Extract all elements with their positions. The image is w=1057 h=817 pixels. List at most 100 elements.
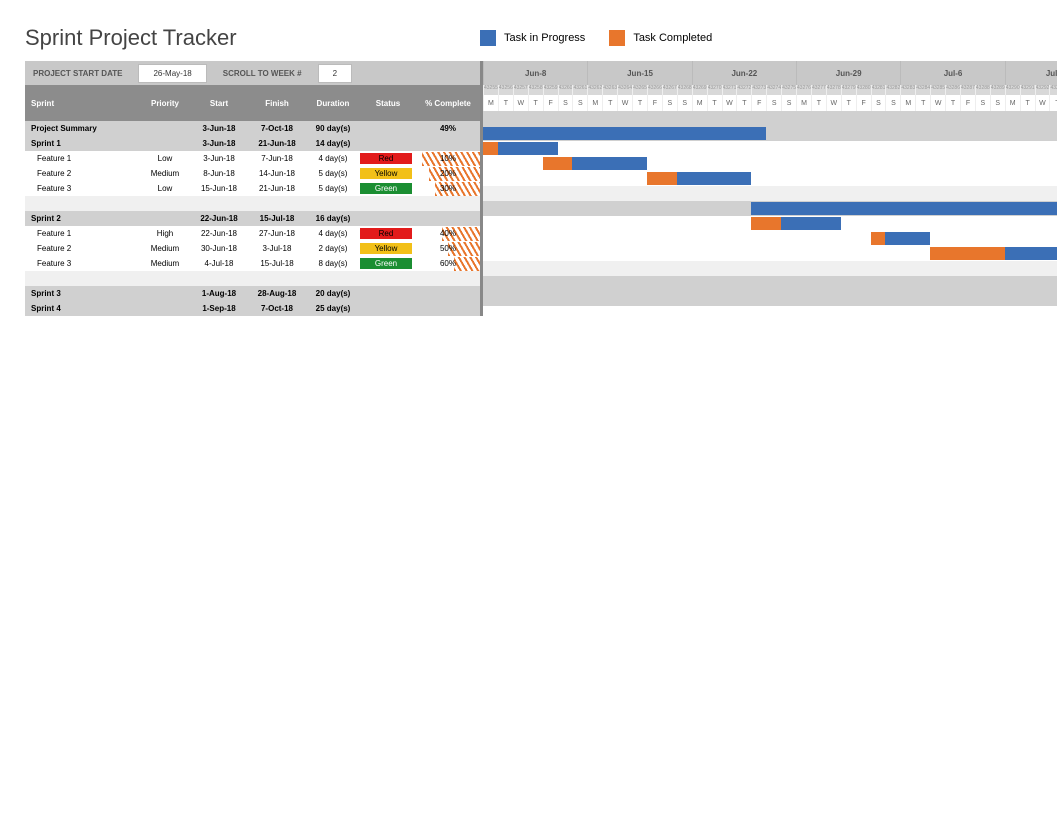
- pct-text: 20%: [440, 169, 456, 178]
- start-date-input[interactable]: 26-May-18: [138, 64, 206, 83]
- cell-status: Yellow: [360, 168, 416, 179]
- gantt-bar[interactable]: [871, 232, 886, 245]
- cell-pct: [416, 212, 480, 226]
- timeline-day: M: [1005, 95, 1020, 111]
- status-pill: Red: [360, 153, 412, 164]
- gantt-row: [483, 216, 1057, 231]
- timeline-day: W: [826, 95, 841, 111]
- timeline-day: W: [1035, 95, 1050, 111]
- timeline-day: T: [736, 95, 751, 111]
- cell: 27-Jun-18: [248, 229, 306, 238]
- table-row[interactable]: Sprint 222-Jun-1815-Jul-1816 day(s): [25, 211, 480, 226]
- cell: Project Summary: [25, 124, 140, 133]
- cell: Feature 3: [25, 184, 140, 193]
- cell: Feature 2: [25, 244, 140, 253]
- timeline-serial: 43269: [692, 85, 707, 95]
- cell-pct: 10%: [416, 152, 480, 166]
- gantt-bar[interactable]: [572, 157, 647, 170]
- cell: 4 day(s): [306, 229, 360, 238]
- timeline-day: M: [796, 95, 811, 111]
- cell: 5 day(s): [306, 169, 360, 178]
- table-row[interactable]: [25, 196, 480, 211]
- col-status: Status: [360, 97, 416, 110]
- legend-label: Task in Progress: [504, 32, 585, 44]
- timeline-day: T: [841, 95, 856, 111]
- timeline-day: S: [677, 95, 692, 111]
- gantt-bar[interactable]: [1005, 247, 1057, 260]
- timeline-week: Jun-15: [587, 61, 691, 85]
- cell: 14 day(s): [306, 139, 360, 148]
- cell: 4-Jul-18: [190, 259, 248, 268]
- timeline-day: T: [915, 95, 930, 111]
- legend-completed: Task Completed: [609, 30, 712, 46]
- gantt-bar[interactable]: [498, 142, 558, 155]
- cell-pct: 49%: [416, 122, 480, 136]
- timeline-day: T: [498, 95, 513, 111]
- gantt-bar[interactable]: [483, 127, 766, 140]
- gantt-bar[interactable]: [751, 202, 1057, 215]
- cell: 4 day(s): [306, 154, 360, 163]
- cell-status: Green: [360, 258, 416, 269]
- cell: 21-Jun-18: [248, 184, 306, 193]
- pct-text: 30%: [440, 184, 456, 193]
- table-row[interactable]: Sprint 13-Jun-1821-Jun-1814 day(s): [25, 136, 480, 151]
- pct-bar: [454, 257, 480, 271]
- cell: Low: [140, 154, 190, 163]
- timeline-serial: 43256: [498, 85, 513, 95]
- cell: 3-Jun-18: [190, 154, 248, 163]
- cell: 30-Jun-18: [190, 244, 248, 253]
- table-row[interactable]: Feature 2Medium30-Jun-183-Jul-182 day(s)…: [25, 241, 480, 256]
- swatch-orange: [609, 30, 625, 46]
- timeline-day: W: [722, 95, 737, 111]
- col-finish: Finish: [248, 97, 306, 110]
- timeline-serial: 43257: [513, 85, 528, 95]
- gantt-row: [483, 261, 1057, 276]
- timeline-serial: 43288: [975, 85, 990, 95]
- gantt-bar[interactable]: [930, 247, 1005, 260]
- timeline-day: M: [692, 95, 707, 111]
- gantt-bar[interactable]: [751, 217, 781, 230]
- timeline-serial: 43268: [677, 85, 692, 95]
- table-row[interactable]: Feature 1Low3-Jun-187-Jun-184 day(s)Red1…: [25, 151, 480, 166]
- timeline-week: Jun-8: [483, 61, 587, 85]
- gantt-bar[interactable]: [483, 142, 498, 155]
- cell: Sprint 1: [25, 139, 140, 148]
- timeline-serial: 43283: [900, 85, 915, 95]
- table-row[interactable]: Feature 1High22-Jun-1827-Jun-184 day(s)R…: [25, 226, 480, 241]
- timeline-day: F: [751, 95, 766, 111]
- table-row[interactable]: Feature 2Medium8-Jun-1814-Jun-185 day(s)…: [25, 166, 480, 181]
- gantt-bar[interactable]: [677, 172, 752, 185]
- timeline-day: T: [811, 95, 826, 111]
- scroll-week-input[interactable]: 2: [318, 64, 352, 83]
- timeline-serial: 43266: [647, 85, 662, 95]
- col-duration: Duration: [306, 97, 360, 110]
- col-sprint: Sprint: [25, 97, 140, 110]
- gantt-bar[interactable]: [647, 172, 677, 185]
- gantt-row: [483, 111, 1057, 126]
- timeline-serial: 43272: [736, 85, 751, 95]
- timeline-day: M: [587, 95, 602, 111]
- gantt-bar[interactable]: [885, 232, 930, 245]
- cell: 7-Oct-18: [248, 304, 306, 313]
- table-row[interactable]: Project Summary3-Jun-187-Oct-1890 day(s)…: [25, 121, 480, 136]
- table-row[interactable]: Feature 3Medium4-Jul-1815-Jul-188 day(s)…: [25, 256, 480, 271]
- table-row[interactable]: Sprint 41-Sep-187-Oct-1825 day(s): [25, 301, 480, 316]
- timeline-serial: 43267: [662, 85, 677, 95]
- cell: 16 day(s): [306, 214, 360, 223]
- gantt-bar[interactable]: [543, 157, 573, 170]
- timeline-serial: 43284: [915, 85, 930, 95]
- gantt-row: [483, 156, 1057, 171]
- pct-text: 10%: [440, 154, 456, 163]
- timeline-day: M: [900, 95, 915, 111]
- timeline-serial: 43287: [960, 85, 975, 95]
- cell-pct: 40%: [416, 227, 480, 241]
- gantt-row: [483, 126, 1057, 141]
- table-row[interactable]: [25, 271, 480, 286]
- table-row[interactable]: Sprint 31-Aug-1828-Aug-1820 day(s): [25, 286, 480, 301]
- timeline: Jun-8Jun-15Jun-22Jun-29Jul-6Jul-13 43255…: [480, 61, 1057, 316]
- timeline-day: F: [647, 95, 662, 111]
- gantt-bar[interactable]: [781, 217, 841, 230]
- legend: Task in Progress Task Completed: [480, 30, 712, 46]
- cell: Low: [140, 184, 190, 193]
- table-row[interactable]: Feature 3Low15-Jun-1821-Jun-185 day(s)Gr…: [25, 181, 480, 196]
